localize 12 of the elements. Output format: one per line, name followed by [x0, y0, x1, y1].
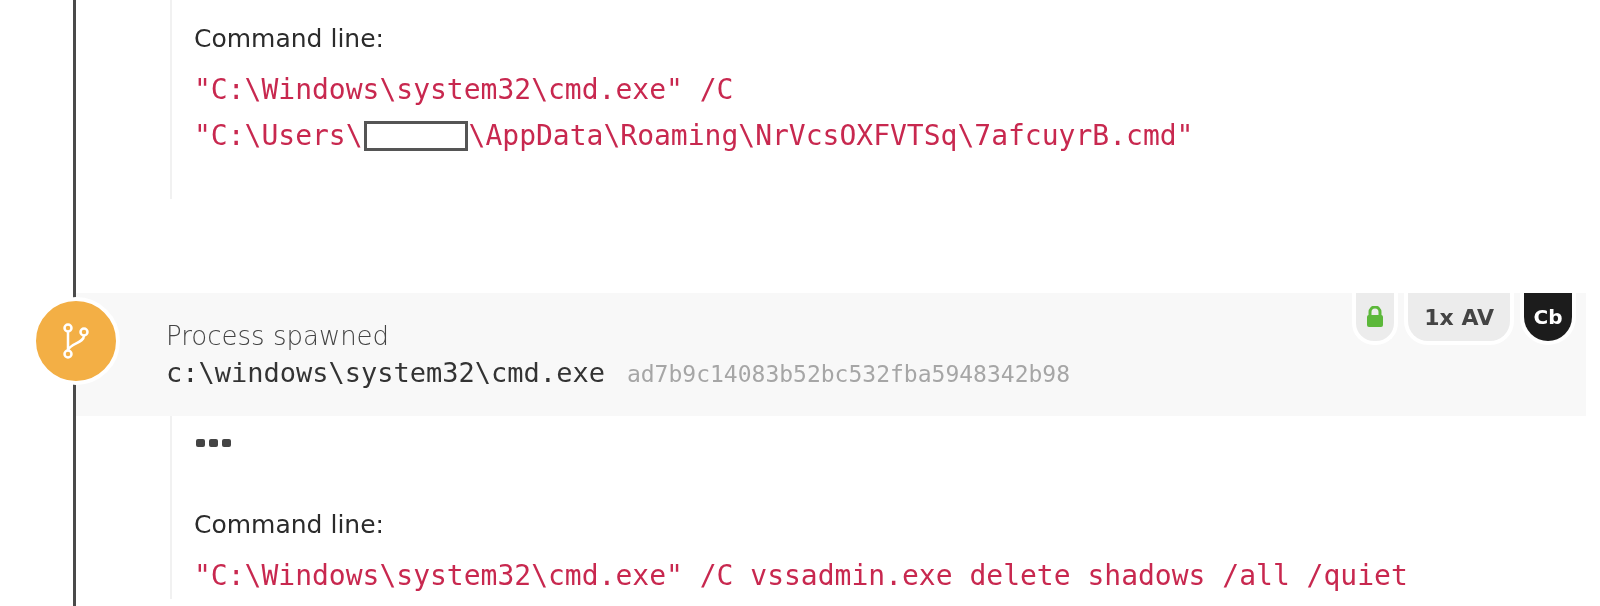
command-line-label: Command line:	[194, 24, 384, 53]
process-hash: ad7b9c14083b52bc532fba5948342b98	[626, 361, 1070, 387]
process-path: c:\windows\system32\cmd.exe	[166, 357, 605, 388]
command-line-text: "C:\Users\ \AppData\Roaming\NrVcsOXFVTSq\7afcuyrB.cmd"	[194, 118, 1194, 154]
command-line-text: "C:\Windows\system32\cmd.exe" /C vssadmin.exe delete shadows /all /quiet	[194, 558, 1408, 594]
command-line-label: Command line:	[194, 510, 384, 539]
ellipsis-icon[interactable]	[196, 438, 232, 448]
cb-badge[interactable]: Cb	[1520, 293, 1576, 345]
event-title: Process spawned	[166, 321, 391, 351]
command-line-text: "C:\Windows\system32\cmd.exe" /C	[194, 72, 734, 108]
av-badge[interactable]: 1x AV	[1404, 293, 1514, 345]
lock-icon	[1366, 306, 1385, 328]
